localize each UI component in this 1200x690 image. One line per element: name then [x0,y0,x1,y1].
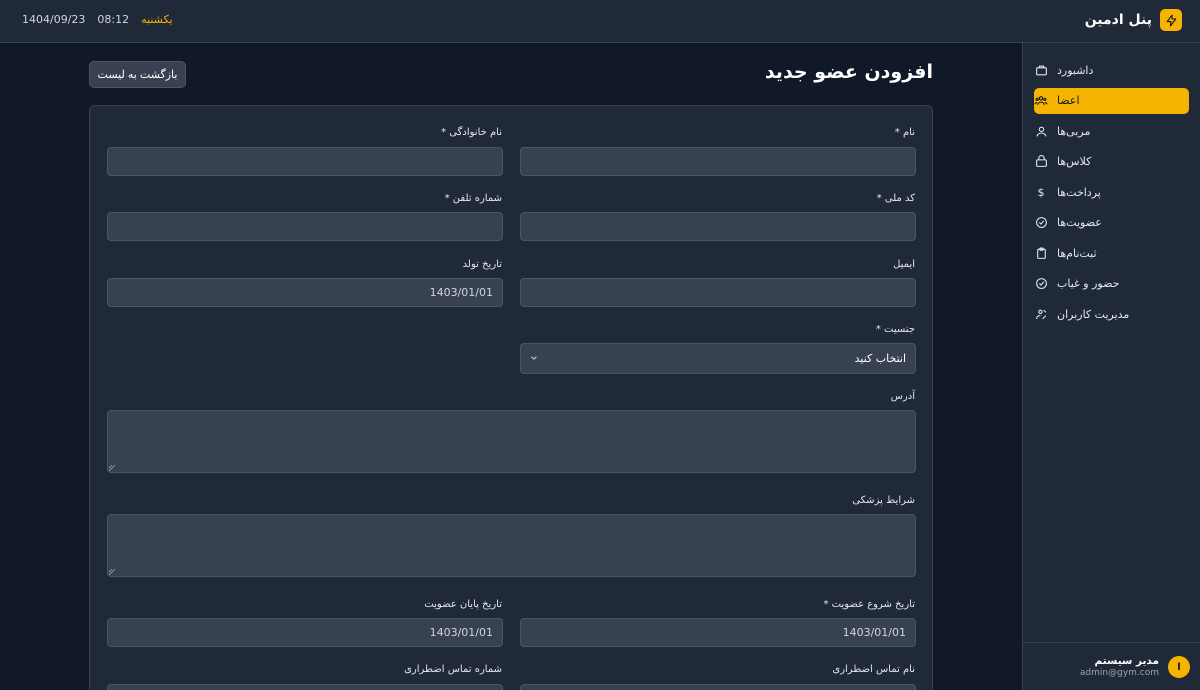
members-icon [1034,94,1048,108]
resize-handle-icon [109,465,115,471]
emergency-name-label: نام تماس اضطراری [832,664,915,675]
sidebar-item-members[interactable]: اعضا [1034,87,1189,114]
gender-label: جنسیت * [875,324,915,335]
sidebar-item-label: عضویت‌ها [1057,216,1102,229]
membership-end-label: تاریخ پایان عضویت [424,599,502,610]
email-input[interactable] [520,278,916,307]
medical-label: شرایط پزشکی [852,495,915,506]
attendance-icon [1034,277,1048,291]
sidebar-item-label: پرداخت‌ها [1057,185,1101,199]
current-date: 1404/09/23 [22,13,86,26]
current-time: 08:12 [97,13,130,26]
user-name: مدیر سیستم [1094,655,1159,667]
membership-start-label: تاریخ شروع عضویت * [823,599,915,610]
medical-textarea[interactable] [107,514,916,577]
last-name-label: نام خانوادگی * [441,127,502,138]
sidebar-item-payments[interactable]: $ پرداخت‌ها [1034,179,1189,205]
national-code-label: کد ملی * [876,193,915,204]
brand-title: پنل ادمین [1084,12,1152,28]
sidebar-item-coaches[interactable]: مربی‌ها [1034,118,1189,144]
address-label: آدرس [890,391,915,402]
dollar-icon: $ [1037,185,1045,199]
phone-label: شماره تلفن * [444,193,502,204]
sidebar-item-label: ثبت‌نام‌ها [1057,246,1097,260]
gender-select[interactable]: انتخاب کنید [520,343,916,374]
clipboard-icon [1034,246,1048,260]
top-bar: پنل ادمین 1404/09/23 08:12 یکشنبه [0,0,1200,43]
datetime: 1404/09/23 08:12 یکشنبه [22,13,173,26]
coach-icon [1034,124,1048,138]
gender-selected-value: انتخاب کنید [854,352,906,365]
emergency-phone-label: شماره تماس اضطراری [404,664,502,675]
address-textarea[interactable] [107,410,916,473]
national-code-input[interactable] [520,212,916,241]
brand: پنل ادمین [1085,9,1182,31]
user-profile[interactable]: ا مدیر سیستم admin@gym.com [1023,642,1200,690]
sidebar-item-label: مدیریت کاربران [1057,307,1130,321]
chevron-down-icon [530,352,538,365]
avatar: ا [1168,656,1190,678]
phone-input[interactable] [107,212,503,241]
emergency-name-input[interactable] [520,684,916,690]
dashboard-icon [1034,63,1048,77]
sidebar-item-dashboard[interactable]: داشبورد [1034,57,1189,83]
check-circle-icon [1034,216,1048,230]
sidebar-item-user-management[interactable]: مدیریت کاربران [1034,301,1189,327]
current-day: یکشنبه [141,13,173,26]
last-name-input[interactable] [107,147,503,176]
first-name-input[interactable] [520,147,916,176]
birth-date-input[interactable]: 1403/01/01 [107,278,503,307]
sidebar-item-memberships[interactable]: عضویت‌ها [1034,210,1189,236]
page-title: افزودن عضو جدید [764,61,933,83]
sidebar-item-label: مربی‌ها [1057,124,1091,138]
membership-start-input[interactable]: 1403/01/01 [520,618,916,647]
membership-end-input[interactable]: 1403/01/01 [107,618,503,647]
sidebar-item-attendance[interactable]: حضور و غیاب [1034,271,1189,297]
email-label: ایمیل [893,259,915,270]
birth-date-label: تاریخ تولد [462,259,502,270]
lightning-icon [1160,9,1182,31]
back-to-list-button[interactable]: بازگشت به لیست [89,61,186,88]
member-form: نام * نام خانوادگی * کد ملی * شماره تلفن… [89,105,933,690]
sidebar-item-registrations[interactable]: ثبت‌نام‌ها [1034,240,1189,266]
sidebar-item-label: اعضا [1057,94,1080,107]
class-icon [1034,155,1048,169]
user-management-icon [1034,307,1048,321]
emergency-phone-input[interactable] [107,684,503,690]
sidebar-item-label: کلاس‌ها [1057,155,1092,168]
user-email: admin@gym.com [1079,668,1159,678]
sidebar-item-label: حضور و غیاب [1057,277,1120,290]
first-name-label: نام * [894,127,915,138]
sidebar-item-classes[interactable]: کلاس‌ها [1034,149,1189,175]
sidebar-nav: داشبورد اعضا مربی‌ها کلاس‌ها $ پرداخت‌ها… [1023,43,1200,327]
sidebar-item-label: داشبورد [1057,63,1094,77]
resize-handle-icon [109,569,115,575]
sidebar: داشبورد اعضا مربی‌ها کلاس‌ها $ پرداخت‌ها… [1022,43,1200,690]
